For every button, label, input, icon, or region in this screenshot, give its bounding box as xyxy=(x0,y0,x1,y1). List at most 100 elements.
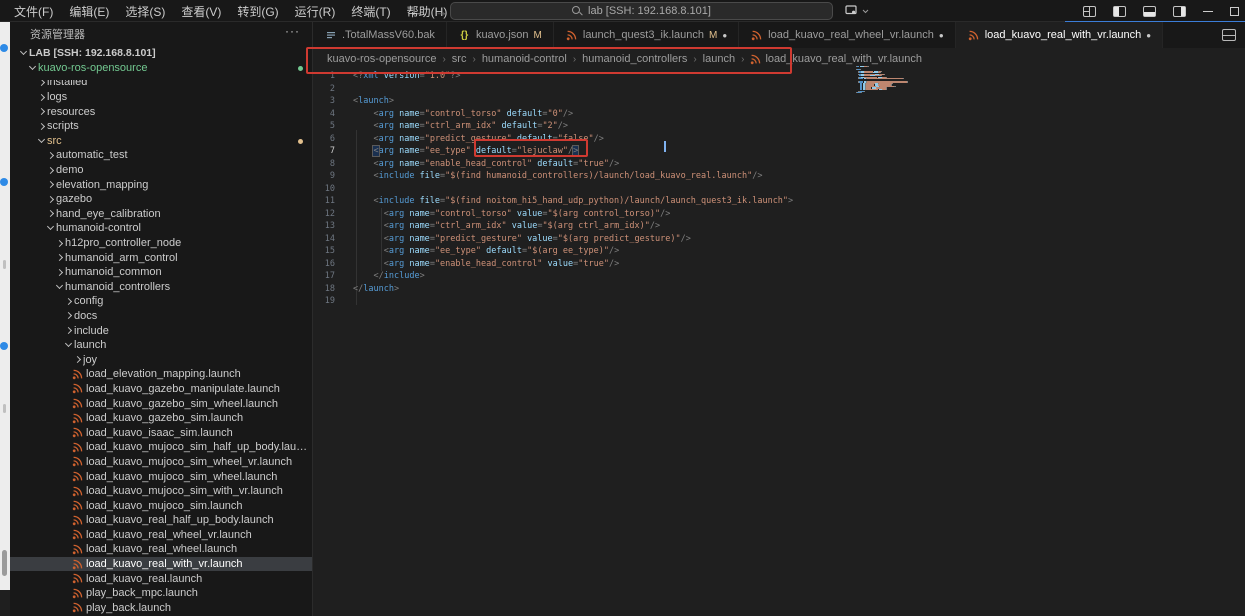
code-line-9[interactable]: 9 <include file="$(find humanoid_control… xyxy=(313,170,1245,183)
menu-e[interactable]: 编辑(E) xyxy=(61,0,117,22)
menu-r[interactable]: 运行(R) xyxy=(287,0,344,22)
back-arrow-icon[interactable]: ← xyxy=(410,4,423,19)
code-line-15[interactable]: 15 <arg name="ee_type" default="$(arg ee… xyxy=(313,245,1245,258)
tree-folder-scripts[interactable]: scripts xyxy=(10,119,312,134)
toggle-panel-icon[interactable] xyxy=(1143,6,1156,17)
code-line-12[interactable]: 12 <arg name="control_torso" value="$(ar… xyxy=(313,208,1245,221)
code-line-1[interactable]: 1<?xml version="1.0"?> xyxy=(313,70,1245,83)
menu-s[interactable]: 选择(S) xyxy=(117,0,173,22)
code-line-16[interactable]: 16 <arg name="enable_head_control" value… xyxy=(313,258,1245,271)
tree-folder-kuavo-ros-opensource[interactable]: kuavo-ros-opensource xyxy=(10,61,312,76)
breadcrumb-file[interactable]: load_kuavo_real_with_vr.launch xyxy=(750,53,922,65)
code-line-19[interactable]: 19 xyxy=(313,295,1245,308)
code-line-10[interactable]: 10 xyxy=(313,183,1245,196)
dirty-dot-icon[interactable]: ● xyxy=(1146,31,1151,40)
tree-item-label: docs xyxy=(74,310,97,322)
modified-badge: M xyxy=(709,30,717,41)
minimize-button[interactable] xyxy=(1203,11,1213,12)
code-line-3[interactable]: 3<launch> xyxy=(313,95,1245,108)
code-line-13[interactable]: 13 <arg name="ctrl_arm_idx" value="$(arg… xyxy=(313,220,1245,233)
tree-folder-humanoid_common[interactable]: humanoid_common xyxy=(10,265,312,280)
remote-window-button[interactable] xyxy=(845,2,869,20)
tree-item-label: load_kuavo_gazebo_manipulate.launch xyxy=(86,383,280,395)
tree-folder-automatic_test[interactable]: automatic_test xyxy=(10,148,312,163)
tree-file-load_kuavo_gazebo_manipulate.launch[interactable]: load_kuavo_gazebo_manipulate.launch xyxy=(10,382,312,397)
line-number: 10 xyxy=(313,183,335,196)
forward-arrow-icon[interactable]: → xyxy=(435,4,448,19)
breadcrumb-item-kuavo-ros-opensource[interactable]: kuavo-ros-opensource xyxy=(327,53,436,65)
minimap[interactable] xyxy=(856,66,926,95)
code-area[interactable]: 1<?xml version="1.0"?>23<launch>4 <arg n… xyxy=(313,70,1245,308)
tree-folder-humanoid_arm_control[interactable]: humanoid_arm_control xyxy=(10,250,312,265)
code-line-11[interactable]: 11 <include file="$(find noitom_hi5_hand… xyxy=(313,195,1245,208)
breadcrumb-item-humanoid-control[interactable]: humanoid-control xyxy=(482,53,567,65)
dirty-dot-icon[interactable]: ● xyxy=(939,31,944,40)
tree-file-load_kuavo_real.launch[interactable]: load_kuavo_real.launch xyxy=(10,571,312,586)
tree-folder-humanoid_controllers[interactable]: humanoid_controllers xyxy=(10,280,312,295)
tree-file-play_back_mpc.launch[interactable]: play_back_mpc.launch xyxy=(10,586,312,601)
tree-folder-gazebo[interactable]: gazebo xyxy=(10,192,312,207)
toggle-secondary-sidebar-icon[interactable] xyxy=(1173,6,1186,17)
tree-file-load_kuavo_mujoco_sim_with_vr.launch[interactable]: load_kuavo_mujoco_sim_with_vr.launch xyxy=(10,484,312,499)
breadcrumb-item-src[interactable]: src xyxy=(452,53,467,65)
menu-g[interactable]: 转到(G) xyxy=(229,0,286,22)
tree-folder-hand_eye_calibration[interactable]: hand_eye_calibration xyxy=(10,207,312,222)
tree-file-load_kuavo_mujoco_sim_wheel_vr.launch[interactable]: load_kuavo_mujoco_sim_wheel_vr.launch xyxy=(10,455,312,470)
tree-file-load_kuavo_mujoco_sim_half_up_body.launch[interactable]: load_kuavo_mujoco_sim_half_up_body.launc… xyxy=(10,440,312,455)
code-line-4[interactable]: 4 <arg name="control_torso" default="0"/… xyxy=(313,108,1245,121)
code-line-14[interactable]: 14 <arg name="predict_gesture" value="$(… xyxy=(313,233,1245,246)
tree-folder-include[interactable]: include xyxy=(10,323,312,338)
text-file-icon xyxy=(326,30,336,40)
tree-file-load_elevation_mapping.launch[interactable]: load_elevation_mapping.launch xyxy=(10,367,312,382)
tree-folder-installed[interactable]: installed xyxy=(10,75,312,90)
launch-file-icon xyxy=(968,30,979,41)
tree-folder-docs[interactable]: docs xyxy=(10,309,312,324)
dirty-dot-icon[interactable]: ● xyxy=(722,31,727,40)
tree-folder-resources[interactable]: resources xyxy=(10,104,312,119)
tree-file-load_kuavo_real_half_up_body.launch[interactable]: load_kuavo_real_half_up_body.launch xyxy=(10,513,312,528)
restore-button[interactable] xyxy=(1230,7,1239,16)
code-line-2[interactable]: 2 xyxy=(313,83,1245,96)
tree-file-play_back.launch[interactable]: play_back.launch xyxy=(10,601,312,616)
code-line-18[interactable]: 18</launch> xyxy=(313,283,1245,296)
more-actions-icon[interactable]: ··· xyxy=(285,24,300,38)
code-line-7[interactable]: 7 <arg name="ee_type" default="lejuclaw"… xyxy=(313,145,1245,158)
tree-file-load_kuavo_gazebo_sim.launch[interactable]: load_kuavo_gazebo_sim.launch xyxy=(10,411,312,426)
tree-item-label: humanoid_controllers xyxy=(65,281,170,293)
tree-file-load_kuavo_real_wheel_vr.launch[interactable]: load_kuavo_real_wheel_vr.launch xyxy=(10,528,312,543)
tree-folder-elevation_mapping[interactable]: elevation_mapping xyxy=(10,177,312,192)
tree-file-load_kuavo_mujoco_sim_wheel.launch[interactable]: load_kuavo_mujoco_sim_wheel.launch xyxy=(10,469,312,484)
tree-file-load_kuavo_mujoco_sim.launch[interactable]: load_kuavo_mujoco_sim.launch xyxy=(10,498,312,513)
tree-folder-h12pro_controller_node[interactable]: h12pro_controller_node xyxy=(10,236,312,251)
split-editor-icon[interactable] xyxy=(1222,29,1236,41)
menu-v[interactable]: 查看(V) xyxy=(173,0,229,22)
tab-load_kuavo_real_with_vr.launch[interactable]: load_kuavo_real_with_vr.launch● xyxy=(956,22,1163,48)
tree-folder-demo[interactable]: demo xyxy=(10,163,312,178)
menu-t[interactable]: 终端(T) xyxy=(343,0,398,22)
tree-file-load_kuavo_isaac_sim.launch[interactable]: load_kuavo_isaac_sim.launch xyxy=(10,425,312,440)
tree-folder-joy[interactable]: joy xyxy=(10,352,312,367)
breadcrumb-item-launch[interactable]: launch xyxy=(703,53,735,65)
tree-folder-LAB [SSH: 192.168.8.101][interactable]: LAB [SSH: 192.168.8.101] xyxy=(10,46,312,61)
tree-folder-logs[interactable]: logs xyxy=(10,90,312,105)
tree-folder-humanoid-control[interactable]: humanoid-control xyxy=(10,221,312,236)
tree-folder-launch[interactable]: launch xyxy=(10,338,312,353)
tree-file-load_kuavo_real_wheel.launch[interactable]: load_kuavo_real_wheel.launch xyxy=(10,542,312,557)
breadcrumb-item-humanoid_controllers[interactable]: humanoid_controllers xyxy=(582,53,687,65)
code-line-6[interactable]: 6 <arg name="predict_gesture" default="f… xyxy=(313,133,1245,146)
tree-file-load_kuavo_real_with_vr.launch[interactable]: load_kuavo_real_with_vr.launch xyxy=(10,557,312,572)
tab-load_kuavo_real_wheel_vr.launch[interactable]: load_kuavo_real_wheel_vr.launch● xyxy=(739,22,956,48)
command-center-search[interactable]: lab [SSH: 192.168.8.101] xyxy=(450,2,833,20)
tab-launch_quest3_ik.launch[interactable]: launch_quest3_ik.launchM● xyxy=(554,22,739,48)
code-line-8[interactable]: 8 <arg name="enable_head_control" defaul… xyxy=(313,158,1245,171)
tab-.TotalMassV60.bak[interactable]: .TotalMassV60.bak xyxy=(313,22,447,48)
code-line-17[interactable]: 17 </include> xyxy=(313,270,1245,283)
tree-folder-config[interactable]: config xyxy=(10,294,312,309)
customize-layout-icon[interactable] xyxy=(1083,6,1096,17)
menu-f[interactable]: 文件(F) xyxy=(6,0,61,22)
code-line-5[interactable]: 5 <arg name="ctrl_arm_idx" default="2"/> xyxy=(313,120,1245,133)
tree-file-load_kuavo_gazebo_sim_wheel.launch[interactable]: load_kuavo_gazebo_sim_wheel.launch xyxy=(10,396,312,411)
tree-folder-src[interactable]: src xyxy=(10,134,312,149)
toggle-primary-sidebar-icon[interactable] xyxy=(1113,6,1126,17)
tab-kuavo.json[interactable]: {}kuavo.jsonM xyxy=(447,22,554,48)
